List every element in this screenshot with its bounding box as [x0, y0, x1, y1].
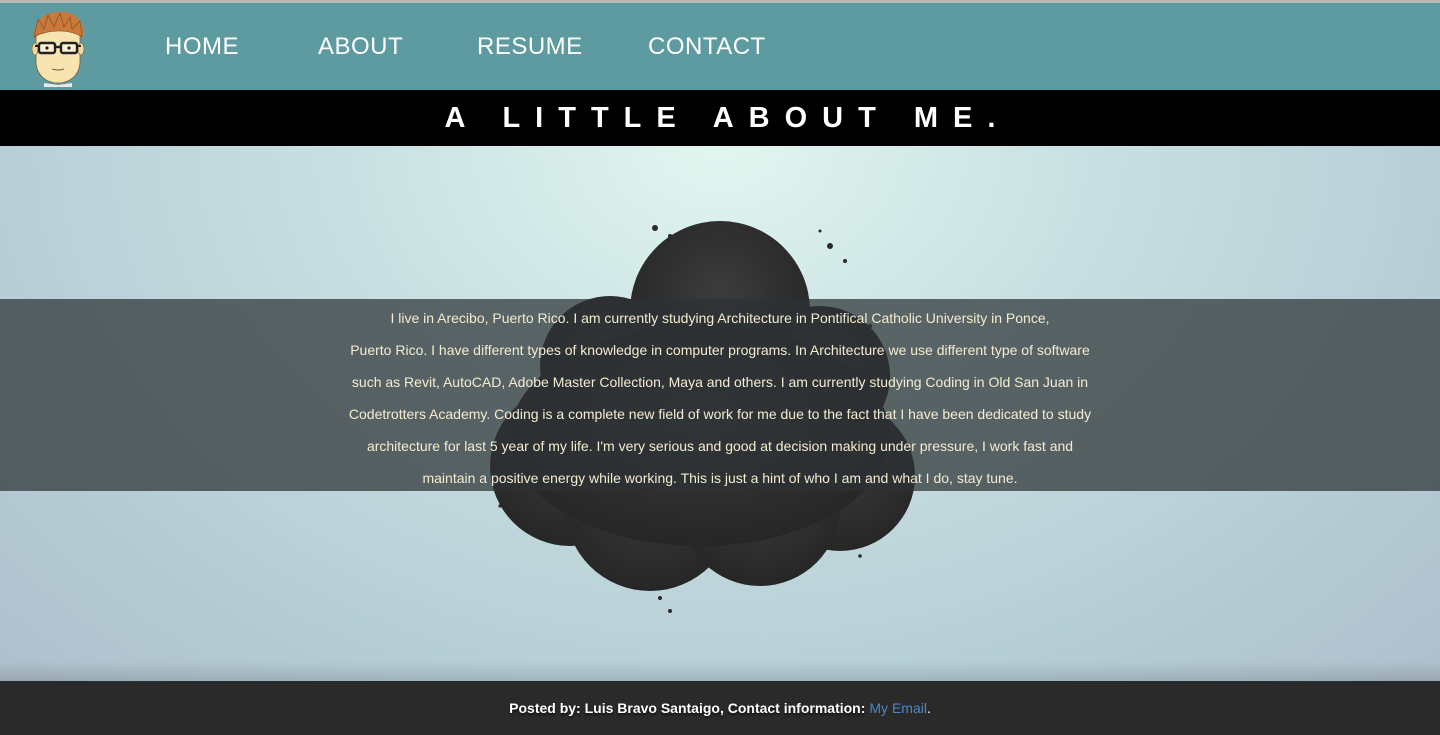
about-text-band: I live in Arecibo, Puerto Rico. I am cur… — [0, 299, 1440, 491]
nav-resume-link[interactable]: RESUME — [477, 33, 583, 61]
nav-about-link[interactable]: ABOUT — [318, 33, 403, 61]
page-title: A LITTLE ABOUT ME. — [444, 101, 1011, 134]
about-line: maintain a positive energy while working… — [422, 470, 1018, 486]
avatar-face-icon[interactable] — [26, 9, 90, 87]
footer-posted-text: Posted by: Luis Bravo Santaigo, Contact … — [509, 700, 866, 716]
about-line: I live in Arecibo, Puerto Rico. I am cur… — [390, 310, 1050, 326]
about-line: such as Revit, AutoCAD, Adobe Master Col… — [351, 374, 1089, 390]
navbar: HOME ABOUT RESUME CONTACT — [0, 3, 1440, 90]
about-line: Codetrotters Academy. Coding is a comple… — [348, 406, 1092, 422]
hero-section: I live in Arecibo, Puerto Rico. I am cur… — [0, 146, 1440, 681]
about-line: Puerto Rico. I have different types of k… — [350, 342, 1090, 358]
about-line: architecture for last 5 year of my life.… — [366, 438, 1074, 454]
footer-trailing: . — [926, 700, 931, 716]
hero-bottom-shade — [0, 661, 1440, 681]
title-band: A LITTLE ABOUT ME. — [0, 90, 1440, 146]
footer: Posted by: Luis Bravo Santaigo, Contact … — [0, 681, 1440, 735]
nav-contact-link[interactable]: CONTACT — [648, 33, 766, 61]
nav-home-link[interactable]: HOME — [165, 33, 239, 61]
about-paragraph: I live in Arecibo, Puerto Rico. I am cur… — [290, 299, 1150, 494]
footer-email-link[interactable]: My Email — [869, 700, 927, 716]
page: HOME ABOUT RESUME CONTACT A LITTLE ABOUT… — [0, 0, 1440, 735]
